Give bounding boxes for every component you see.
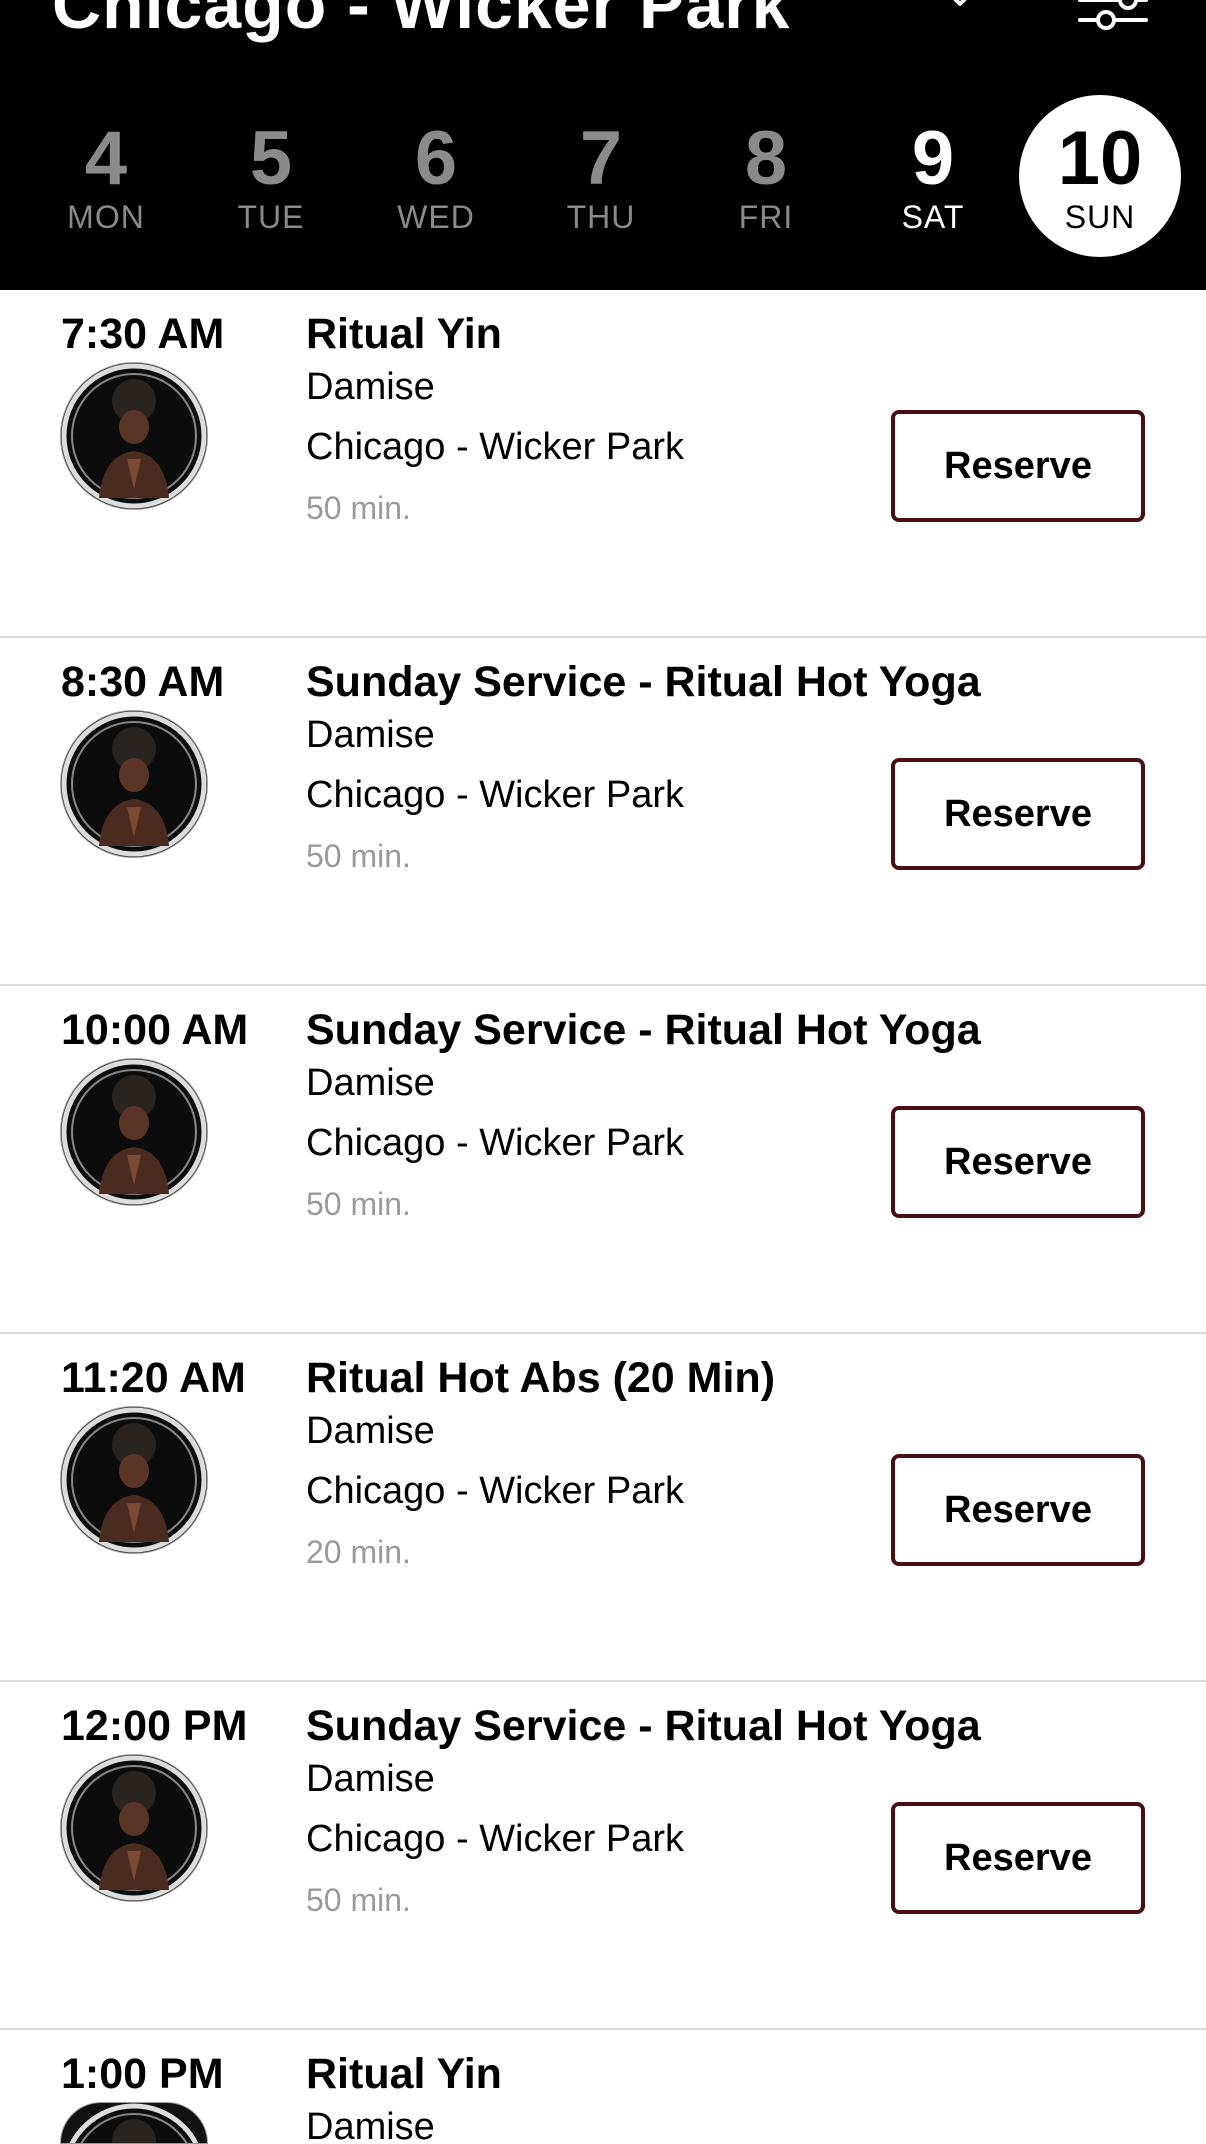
class-row[interactable]: 10:00 AM Sunday Service - Ritual Hot Yog…	[0, 986, 1206, 1334]
reserve-button[interactable]: Reserve	[891, 1802, 1145, 1914]
day-sun-selected[interactable]: 10 SUN	[1019, 95, 1181, 260]
instructor-avatar	[61, 1407, 207, 1553]
reserve-button[interactable]: Reserve	[891, 410, 1145, 522]
day-wed[interactable]: 6 WED	[356, 95, 516, 260]
class-title: Sunday Service - Ritual Hot Yoga	[306, 1702, 981, 1750]
instructor-avatar	[61, 363, 207, 509]
class-location: Chicago - Wicker Park	[306, 1470, 684, 1512]
class-time: 7:30 AM	[61, 310, 225, 358]
class-row[interactable]: 11:20 AM Ritual Hot Abs (20 Min) Damise …	[0, 1334, 1206, 1682]
chevron-down-icon[interactable]	[942, 0, 978, 16]
day-selector: 4 MON 5 TUE 6 WED 7 THU 8 FRI 9 SAT 10 S…	[0, 95, 1206, 260]
instructor-name: Damise	[306, 714, 435, 756]
reserve-button[interactable]: Reserve	[891, 758, 1145, 870]
class-row[interactable]: 7:30 AM Ritual Yin Damise Chicago - Wick…	[0, 290, 1206, 638]
day-of-week: SAT	[901, 198, 965, 235]
day-of-week: SUN	[1064, 198, 1136, 235]
instructor-avatar	[61, 1059, 207, 1205]
instructor-avatar	[61, 2103, 207, 2143]
day-thu[interactable]: 7 THU	[521, 95, 681, 260]
instructor-name: Damise	[306, 1758, 435, 1800]
class-time: 8:30 AM	[61, 658, 225, 706]
day-tue[interactable]: 5 TUE	[191, 95, 351, 260]
class-row[interactable]: 8:30 AM Sunday Service - Ritual Hot Yoga…	[0, 638, 1206, 986]
day-number: 7	[579, 115, 623, 201]
class-duration: 50 min.	[306, 1186, 411, 1222]
class-duration: 50 min.	[306, 838, 411, 874]
day-number: 9	[911, 115, 955, 201]
day-of-week: TUE	[237, 198, 305, 235]
instructor-avatar	[61, 711, 207, 857]
class-title: Sunday Service - Ritual Hot Yoga	[306, 658, 981, 706]
reserve-button[interactable]: Reserve	[891, 1454, 1145, 1566]
day-of-week: WED	[397, 198, 475, 235]
day-fri[interactable]: 8 FRI	[686, 95, 846, 260]
instructor-name: Damise	[306, 1062, 435, 1104]
day-number: 5	[249, 115, 293, 201]
day-of-week: FRI	[738, 198, 794, 235]
header-bar: Chicago - Wicker Park 4 MON 5 TUE 6 WED …	[0, 0, 1206, 290]
class-duration: 20 min.	[306, 1534, 411, 1570]
class-location: Chicago - Wicker Park	[306, 426, 684, 468]
instructor-avatar	[61, 1755, 207, 1901]
class-row[interactable]: 1:00 PM Ritual Yin Damise	[0, 2030, 1206, 2144]
day-number: 8	[744, 115, 788, 201]
class-title: Sunday Service - Ritual Hot Yoga	[306, 1006, 981, 1054]
day-of-week: THU	[566, 198, 636, 235]
class-row[interactable]: 12:00 PM Sunday Service - Ritual Hot Yog…	[0, 1682, 1206, 2030]
instructor-name: Damise	[306, 1410, 435, 1452]
day-number: 10	[1057, 115, 1143, 201]
day-sat[interactable]: 9 SAT	[853, 95, 1013, 260]
class-location: Chicago - Wicker Park	[306, 1818, 684, 1860]
day-number: 4	[84, 115, 128, 201]
class-location: Chicago - Wicker Park	[306, 1122, 684, 1164]
class-title: Ritual Hot Abs (20 Min)	[306, 1354, 776, 1402]
reserve-button[interactable]: Reserve	[891, 1106, 1145, 1218]
class-time: 10:00 AM	[61, 1006, 249, 1054]
day-mon[interactable]: 4 MON	[26, 95, 186, 260]
day-of-week: MON	[67, 198, 145, 235]
class-duration: 50 min.	[306, 490, 411, 526]
class-time: 11:20 AM	[61, 1354, 246, 1402]
filter-sliders-icon[interactable]	[1076, 0, 1150, 34]
class-time: 12:00 PM	[61, 1702, 248, 1750]
class-duration: 50 min.	[306, 1882, 411, 1918]
class-time: 1:00 PM	[61, 2050, 224, 2098]
class-location: Chicago - Wicker Park	[306, 774, 684, 816]
day-number: 6	[414, 115, 458, 201]
class-title: Ritual Yin	[306, 310, 502, 358]
location-title[interactable]: Chicago - Wicker Park	[52, 0, 790, 44]
instructor-name: Damise	[306, 366, 435, 408]
instructor-name: Damise	[306, 2106, 435, 2144]
class-title: Ritual Yin	[306, 2050, 502, 2098]
